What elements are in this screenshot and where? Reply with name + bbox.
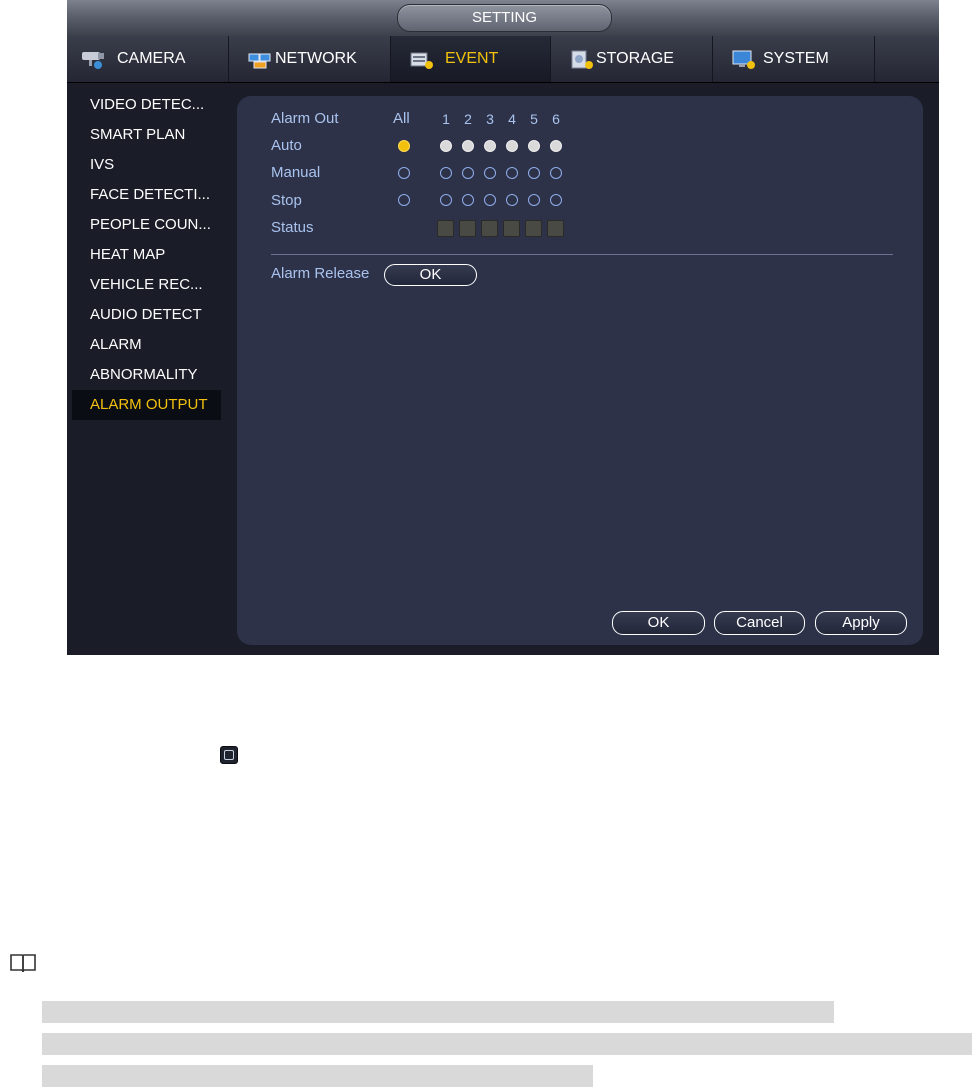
status-indicator xyxy=(459,220,476,237)
apply-button[interactable]: Apply xyxy=(815,611,907,635)
status-indicator xyxy=(503,220,520,237)
alarm-release-ok-button[interactable]: OK xyxy=(384,264,477,286)
mode-label-manual: Manual xyxy=(271,164,321,181)
manual-channel-radio[interactable] xyxy=(462,167,474,179)
mode-label-auto: Auto xyxy=(271,137,302,154)
channel-header: 6 xyxy=(552,111,560,127)
tab-camera-label: CAMERA xyxy=(117,50,186,67)
auto-channel-radio[interactable] xyxy=(462,140,474,152)
status-indicator xyxy=(481,220,498,237)
note-line xyxy=(42,1001,834,1023)
manual-all-radio[interactable] xyxy=(398,167,410,179)
alarm-release-label: Alarm Release xyxy=(271,265,370,282)
auto-channel-radio[interactable] xyxy=(506,140,518,152)
auto-channel-radio[interactable] xyxy=(550,140,562,152)
channel-header: 2 xyxy=(464,111,472,127)
sidebar-item-abnormality[interactable]: ABNORMALITY xyxy=(72,360,221,390)
auto-channel-radio[interactable] xyxy=(484,140,496,152)
note-line xyxy=(42,1033,972,1055)
sidebar-item-video-detect[interactable]: VIDEO DETEC... xyxy=(72,90,221,120)
status-indicator xyxy=(525,220,542,237)
channel-header: 1 xyxy=(442,111,450,127)
cancel-button[interactable]: Cancel xyxy=(714,611,805,635)
stop-channel-radio[interactable] xyxy=(550,194,562,206)
camera-icon xyxy=(82,52,104,69)
all-column-header: All xyxy=(393,110,410,127)
tab-network-label: NETWORK xyxy=(275,50,357,67)
tab-storage-label: STORAGE xyxy=(596,50,674,67)
tab-bar: CAMERA NETWORK EVENT STORAGE SYSTEM xyxy=(67,36,939,83)
ok-button[interactable]: OK xyxy=(612,611,705,635)
status-indicator xyxy=(437,220,454,237)
auto-channel-radio[interactable] xyxy=(528,140,540,152)
sidebar-item-ivs[interactable]: IVS xyxy=(72,150,221,180)
channel-header: 4 xyxy=(508,111,516,127)
stop-channel-radio[interactable] xyxy=(462,194,474,206)
sidebar-item-people-count[interactable]: PEOPLE COUN... xyxy=(72,210,221,240)
manual-channel-radio[interactable] xyxy=(506,167,518,179)
auto-channel-radio[interactable] xyxy=(440,140,452,152)
network-icon xyxy=(248,53,271,69)
tab-network[interactable]: NETWORK xyxy=(229,36,391,82)
sidebar-item-vehicle-rec[interactable]: VEHICLE REC... xyxy=(72,270,221,300)
mode-label-stop: Stop xyxy=(271,192,302,209)
stop-channel-radio[interactable] xyxy=(440,194,452,206)
manual-channel-radio[interactable] xyxy=(550,167,562,179)
sidebar-item-alarm-output[interactable]: ALARM OUTPUT xyxy=(72,390,221,420)
channel-header: 5 xyxy=(530,111,538,127)
stop-channel-radio[interactable] xyxy=(506,194,518,206)
window-title: SETTING xyxy=(397,4,612,32)
alarm-out-header: Alarm Out xyxy=(271,110,339,127)
manual-channel-radio[interactable] xyxy=(484,167,496,179)
sidebar-item-alarm[interactable]: ALARM xyxy=(72,330,221,360)
manual-channel-radio[interactable] xyxy=(440,167,452,179)
stop-channel-radio[interactable] xyxy=(528,194,540,206)
tab-event-label: EVENT xyxy=(445,50,499,67)
stop-all-radio[interactable] xyxy=(398,194,410,206)
stop-channel-radio[interactable] xyxy=(484,194,496,206)
alarm-output-panel: Alarm Out All 1 2 3 4 5 6 Auto Manual St… xyxy=(237,96,923,645)
channel-header: 3 xyxy=(486,111,494,127)
system-icon xyxy=(732,50,755,69)
sidebar-item-smart-plan[interactable]: SMART PLAN xyxy=(72,120,221,150)
status-label: Status xyxy=(271,219,314,236)
sidebar: VIDEO DETEC... SMART PLAN IVS FACE DETEC… xyxy=(72,90,221,420)
tab-system[interactable]: SYSTEM xyxy=(713,36,875,82)
auto-all-radio[interactable] xyxy=(398,140,410,152)
divider xyxy=(271,254,893,255)
status-box-icon-inner xyxy=(224,750,234,760)
sidebar-item-audio-detect[interactable]: AUDIO DETECT xyxy=(72,300,221,330)
event-icon xyxy=(410,52,433,69)
tab-event[interactable]: EVENT xyxy=(391,36,551,82)
settings-window: SETTING CAMERA NETWORK EVENT STORAGE SYS… xyxy=(67,0,939,655)
book-icon xyxy=(10,954,36,973)
manual-channel-radio[interactable] xyxy=(528,167,540,179)
storage-icon xyxy=(571,50,593,69)
tab-camera[interactable]: CAMERA xyxy=(67,36,229,82)
note-line xyxy=(42,1065,593,1087)
sidebar-item-heat-map[interactable]: HEAT MAP xyxy=(72,240,221,270)
title-bar: SETTING xyxy=(67,0,939,36)
status-indicator xyxy=(547,220,564,237)
tab-storage[interactable]: STORAGE xyxy=(551,36,713,82)
sidebar-item-face-detect[interactable]: FACE DETECTI... xyxy=(72,180,221,210)
status-box-icon xyxy=(220,746,238,764)
tab-system-label: SYSTEM xyxy=(763,50,829,67)
